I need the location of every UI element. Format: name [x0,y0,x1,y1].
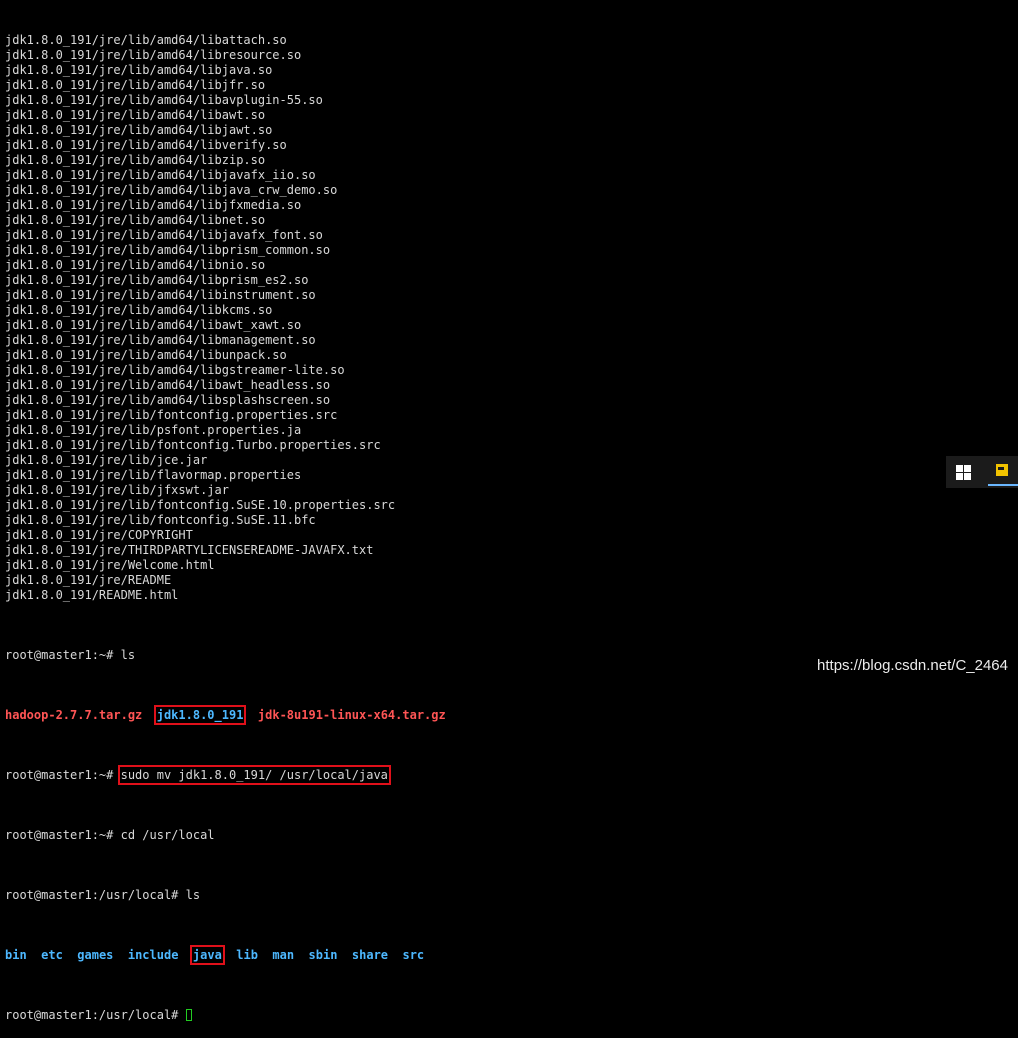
taskbar-tray [946,456,1018,488]
watermark-text: https://blog.csdn.net/C_2464 [817,657,1008,674]
file-line: jdk1.8.0_191/jre/lib/amd64/libavplugin-5… [5,93,323,107]
archive-entry: jdk-8u191-linux-x64.tar.gz [257,708,446,722]
file-line: jdk1.8.0_191/jre/README [5,573,172,587]
file-line: jdk1.8.0_191/jre/lib/amd64/libjava.so [5,63,273,77]
file-line: jdk1.8.0_191/jre/lib/amd64/libjavafx_fon… [5,228,323,242]
command-text-highlighted: sudo mv jdk1.8.0_191/ /usr/local/java [117,765,391,785]
file-line: jdk1.8.0_191/jre/lib/fontconfig.SuSE.10.… [5,498,396,512]
file-line: jdk1.8.0_191/jre/COPYRIGHT [5,528,193,542]
file-line: jdk1.8.0_191/jre/Welcome.html [5,558,215,572]
extracted-file-list: jdk1.8.0_191/jre/lib/amd64/libattach.so j… [5,33,1018,603]
directory-entry: src [402,948,425,962]
file-line: jdk1.8.0_191/jre/lib/jfxswt.jar [5,483,229,497]
directory-entry: man [272,948,295,962]
terminal-output[interactable]: jdk1.8.0_191/jre/lib/amd64/libattach.so j… [5,3,1018,1038]
directory-entry: share [351,948,389,962]
terminal-line: root@master1:/usr/local# ls [5,888,1018,903]
directory-entry: sbin [308,948,338,962]
shell-prompt: root@master1:~# [5,648,121,662]
file-line: jdk1.8.0_191/jre/lib/amd64/libkcms.so [5,303,273,317]
shell-prompt: root@master1:/usr/local# [5,1008,186,1022]
command-text: cd /usr/local [120,828,215,842]
file-line: jdk1.8.0_191/jre/lib/amd64/libattach.so [5,33,287,47]
terminal-line: root@master1:~# cd /usr/local [5,828,1018,843]
command-text: ls [120,648,136,662]
file-line: jdk1.8.0_191/jre/lib/amd64/libjfr.so [5,78,266,92]
directory-entry: bin [5,948,27,962]
file-line: jdk1.8.0_191/jre/lib/psfont.properties.j… [5,423,302,437]
file-line: jdk1.8.0_191/jre/lib/amd64/libawt.so [5,108,266,122]
file-line: jdk1.8.0_191/jre/lib/amd64/libgstreamer-… [5,363,345,377]
file-line: jdk1.8.0_191/jre/lib/jce.jar [5,453,208,467]
file-line: jdk1.8.0_191/jre/lib/amd64/libjfxmedia.s… [5,198,302,212]
windows-icon[interactable] [956,465,971,480]
active-indicator [988,484,1018,486]
file-line: jdk1.8.0_191/jre/lib/amd64/libprism_es2.… [5,273,309,287]
file-line: jdk1.8.0_191/jre/lib/amd64/libunpack.so [5,348,287,362]
directory-entry-highlighted: java [189,945,225,965]
file-line: jdk1.8.0_191/jre/lib/amd64/libsplashscre… [5,393,331,407]
file-line: jdk1.8.0_191/jre/lib/amd64/libprism_comm… [5,243,331,257]
command-text: ls [185,888,201,902]
file-line: jdk1.8.0_191/jre/lib/amd64/libnet.so [5,213,266,227]
terminal-cursor[interactable] [185,1009,192,1021]
archive-entry: hadoop-2.7.7.tar.gz [5,708,143,722]
file-line: jdk1.8.0_191/jre/lib/amd64/libawt_headle… [5,378,331,392]
file-line: jdk1.8.0_191/README.html [5,588,179,602]
sticky-note-icon[interactable] [996,464,1008,476]
file-line: jdk1.8.0_191/jre/lib/amd64/libinstrument… [5,288,316,302]
file-line: jdk1.8.0_191/jre/lib/amd64/libverify.so [5,138,287,152]
file-line: jdk1.8.0_191/jre/lib/fontconfig.SuSE.11.… [5,513,316,527]
shell-prompt: root@master1:~# [5,828,121,842]
directory-entry: include [127,948,179,962]
file-line: jdk1.8.0_191/jre/lib/amd64/libawt_xawt.s… [5,318,302,332]
file-line: jdk1.8.0_191/jre/lib/fontconfig.Turbo.pr… [5,438,381,452]
ls-output-line: hadoop-2.7.7.tar.gz jdk1.8.0_191 jdk-8u1… [5,705,1018,725]
file-line: jdk1.8.0_191/jre/lib/amd64/libjawt.so [5,123,273,137]
file-line: jdk1.8.0_191/jre/lib/amd64/libnio.so [5,258,266,272]
ls-output-line: bin etc games include java lib man sbin … [5,945,1018,965]
shell-prompt: root@master1:~# [5,768,121,782]
file-line: jdk1.8.0_191/jre/lib/amd64/libjava_crw_d… [5,183,338,197]
file-line: jdk1.8.0_191/jre/lib/flavormap.propertie… [5,468,302,482]
file-line: jdk1.8.0_191/jre/lib/amd64/libmanagement… [5,333,316,347]
terminal-line: root@master1:~# sudo mv jdk1.8.0_191/ /u… [5,765,1018,785]
file-line: jdk1.8.0_191/jre/lib/amd64/libresource.s… [5,48,302,62]
terminal-line-active[interactable]: root@master1:/usr/local# [5,1008,1018,1023]
directory-entry: lib [236,948,258,962]
directory-entry: etc [41,948,63,962]
directory-entry: games [77,948,114,962]
file-line: jdk1.8.0_191/jre/THIRDPARTYLICENSEREADME… [5,543,374,557]
shell-prompt: root@master1:/usr/local# [5,888,186,902]
file-line: jdk1.8.0_191/jre/lib/amd64/libjavafx_iio… [5,168,316,182]
directory-entry-highlighted: jdk1.8.0_191 [153,705,247,725]
file-line: jdk1.8.0_191/jre/lib/fontconfig.properti… [5,408,338,422]
file-line: jdk1.8.0_191/jre/lib/amd64/libzip.so [5,153,266,167]
